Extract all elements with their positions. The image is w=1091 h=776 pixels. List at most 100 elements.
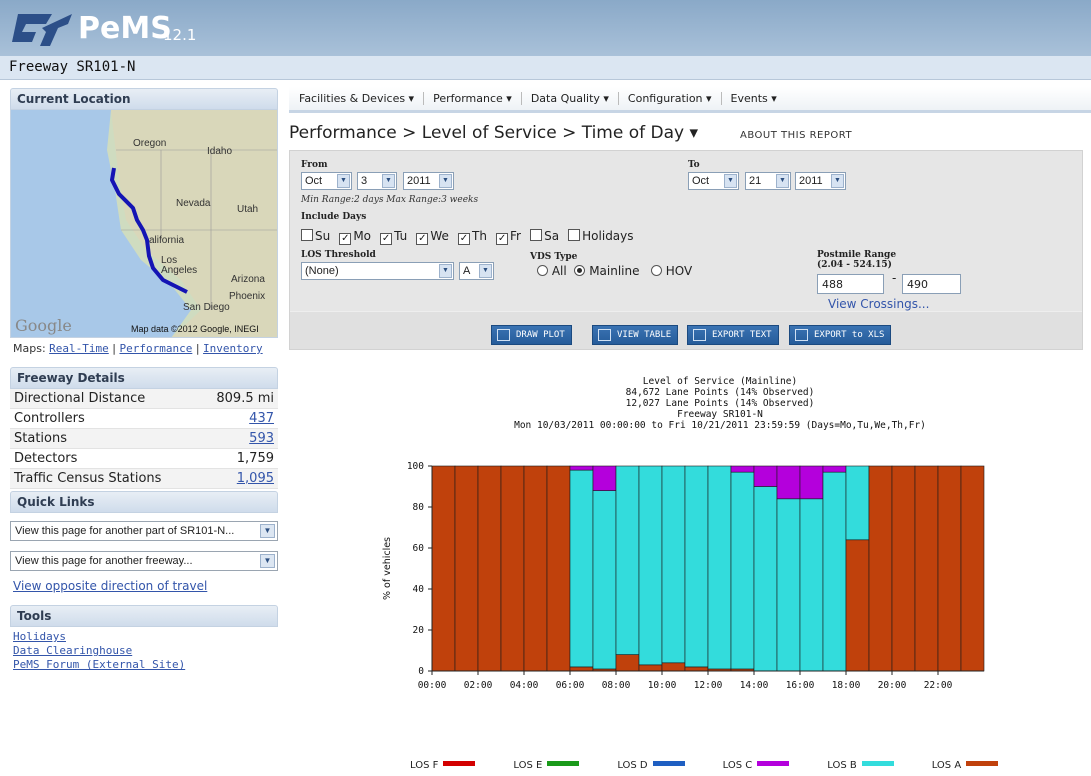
- y-tick-label: 60: [413, 543, 425, 554]
- legend-swatch: [652, 761, 685, 766]
- another-part-select[interactable]: View this page for another part of SR101…: [10, 521, 278, 541]
- day-label: Holidays: [582, 229, 634, 243]
- bar-segment: [523, 465, 548, 672]
- page-title[interactable]: Performance > Level of Service > Time of…: [289, 123, 698, 143]
- map-label-san-diego: San Diego: [183, 302, 230, 313]
- menu-data-quality[interactable]: Data Quality ▾: [522, 92, 619, 105]
- detail-label: Controllers: [14, 411, 85, 426]
- to-day-select[interactable]: 21 ▼: [745, 172, 791, 190]
- menu-performance[interactable]: Performance ▾: [424, 92, 522, 105]
- y-tick-label: 100: [407, 461, 424, 472]
- detail-value-link[interactable]: 437: [249, 411, 274, 426]
- detail-value-link[interactable]: 593: [249, 431, 274, 446]
- day-we[interactable]: ✓ We: [416, 229, 449, 245]
- caltrans-logo-icon: [12, 14, 72, 46]
- menu-events[interactable]: Events ▾: [722, 92, 786, 105]
- chart-legend: LOS F LOS E LOS D LOS C LOS B LOS A: [410, 760, 1036, 771]
- from-month-select[interactable]: Oct ▼: [301, 172, 352, 190]
- export-text-button[interactable]: EXPORT TEXT: [687, 325, 779, 345]
- day-fr[interactable]: ✓ Fr: [496, 229, 521, 245]
- bar-segment: [569, 465, 594, 471]
- to-year-select[interactable]: 2011 ▼: [795, 172, 846, 190]
- tools-link-forum[interactable]: PeMS Forum (External Site): [13, 658, 278, 672]
- los-grade-select[interactable]: A ▼: [459, 262, 494, 280]
- bar-segment: [592, 465, 617, 491]
- from-year-select[interactable]: 2011 ▼: [403, 172, 454, 190]
- postmile-label: Postmile Range: [817, 250, 897, 260]
- map-label-idaho: Idaho: [207, 146, 233, 157]
- freeway-details-header: Freeway Details: [10, 367, 278, 389]
- postmile-from-input[interactable]: 488: [817, 274, 884, 294]
- map-label-phoenix: Phoenix: [229, 291, 266, 302]
- bar-segment: [822, 465, 847, 473]
- los-threshold-label: LOS Threshold: [301, 250, 376, 260]
- day-sa[interactable]: Sa: [530, 229, 559, 243]
- vds-option-hov[interactable]: HOV: [650, 264, 692, 278]
- tools-link-clearinghouse[interactable]: Data Clearinghouse: [13, 644, 278, 658]
- day-holidays[interactable]: Holidays: [568, 229, 634, 243]
- from-day-select[interactable]: 3 ▼: [357, 172, 397, 190]
- x-tick-label: 04:00: [510, 680, 539, 691]
- postmile-separator: -: [892, 271, 897, 285]
- legend-swatch: [757, 761, 790, 766]
- postmile-to-input[interactable]: 490: [902, 274, 961, 294]
- legend-item: LOS E: [513, 760, 580, 771]
- button-label: EXPORT TEXT: [712, 330, 772, 340]
- day-tu[interactable]: ✓ Tu: [380, 229, 407, 245]
- maps-link-inventory[interactable]: Inventory: [203, 342, 263, 355]
- export-xls-button[interactable]: EXPORT to XLS: [789, 325, 892, 345]
- view-table-button[interactable]: VIEW TABLE: [592, 325, 679, 345]
- radio-off-icon: [537, 265, 548, 276]
- app-brand[interactable]: PeMS: [78, 12, 172, 46]
- another-freeway-select[interactable]: View this page for another freeway... ▼: [10, 551, 278, 571]
- vds-type-label: VDS Type: [530, 252, 578, 262]
- checkbox-checked-icon: ✓: [496, 233, 509, 245]
- bar-segment: [638, 465, 663, 666]
- bar-segment: [730, 471, 755, 670]
- vds-type-radios: All Mainline HOV: [537, 264, 692, 278]
- legend-item: LOS D: [617, 760, 685, 771]
- detail-label: Detectors: [14, 451, 78, 466]
- opposite-direction-link[interactable]: View opposite direction of travel: [13, 579, 278, 593]
- los-grade-value: A: [463, 265, 471, 277]
- tools-panel: Tools Holidays Data Clearinghouse PeMS F…: [10, 605, 278, 672]
- bar-segment: [615, 654, 640, 672]
- maps-link-realtime[interactable]: Real-Time: [49, 342, 109, 355]
- day-mo[interactable]: ✓ Mo: [339, 229, 371, 245]
- location-map[interactable]: Oregon Idaho Nevada Utah alifornia Los A…: [10, 110, 278, 338]
- checkbox-checked-icon: ✓: [380, 233, 393, 245]
- bar-segment: [822, 471, 847, 672]
- y-tick-label: 0: [418, 666, 424, 677]
- bar-segment: [845, 465, 870, 541]
- to-month-select[interactable]: Oct ▼: [688, 172, 739, 190]
- chart-header: Level of Service (Mainline) 84,672 Lane …: [470, 376, 970, 431]
- draw-plot-button[interactable]: DRAW PLOT: [491, 325, 572, 345]
- bar-segment: [500, 465, 525, 672]
- maps-link-performance[interactable]: Performance: [119, 342, 192, 355]
- day-su[interactable]: Su: [301, 229, 330, 243]
- menu-facilities[interactable]: Facilities & Devices ▾: [299, 92, 425, 105]
- checkbox-unchecked-icon: [568, 229, 581, 241]
- menu-configuration[interactable]: Configuration ▾: [619, 92, 722, 105]
- view-crossings-link[interactable]: View Crossings...: [828, 297, 929, 311]
- vds-option-all[interactable]: All: [537, 264, 567, 278]
- bar-segment: [799, 465, 824, 500]
- bar-segment: [891, 465, 916, 672]
- day-label: We: [430, 229, 449, 243]
- detail-value-link[interactable]: 1,095: [237, 471, 274, 486]
- chart-subtitle-2: 12,027 Lane Points (14% Observed): [625, 398, 815, 409]
- day-label: Sa: [544, 229, 560, 243]
- vds-option-mainline[interactable]: Mainline: [574, 264, 640, 278]
- day-th[interactable]: ✓ Th: [457, 229, 487, 245]
- button-label: DRAW PLOT: [516, 330, 565, 340]
- map-label-utah: Utah: [237, 204, 259, 215]
- checkbox-unchecked-icon: [530, 229, 543, 241]
- y-tick-label: 80: [413, 502, 425, 513]
- x-tick-label: 16:00: [786, 680, 815, 691]
- tools-link-holidays[interactable]: Holidays: [13, 630, 278, 644]
- los-threshold-value: (None): [305, 265, 339, 277]
- checkbox-checked-icon: ✓: [457, 233, 470, 245]
- about-report-link[interactable]: ABOUT THIS REPORT: [740, 130, 852, 141]
- from-day-value: 3: [361, 175, 368, 187]
- los-threshold-select[interactable]: (None) ▼: [301, 262, 454, 280]
